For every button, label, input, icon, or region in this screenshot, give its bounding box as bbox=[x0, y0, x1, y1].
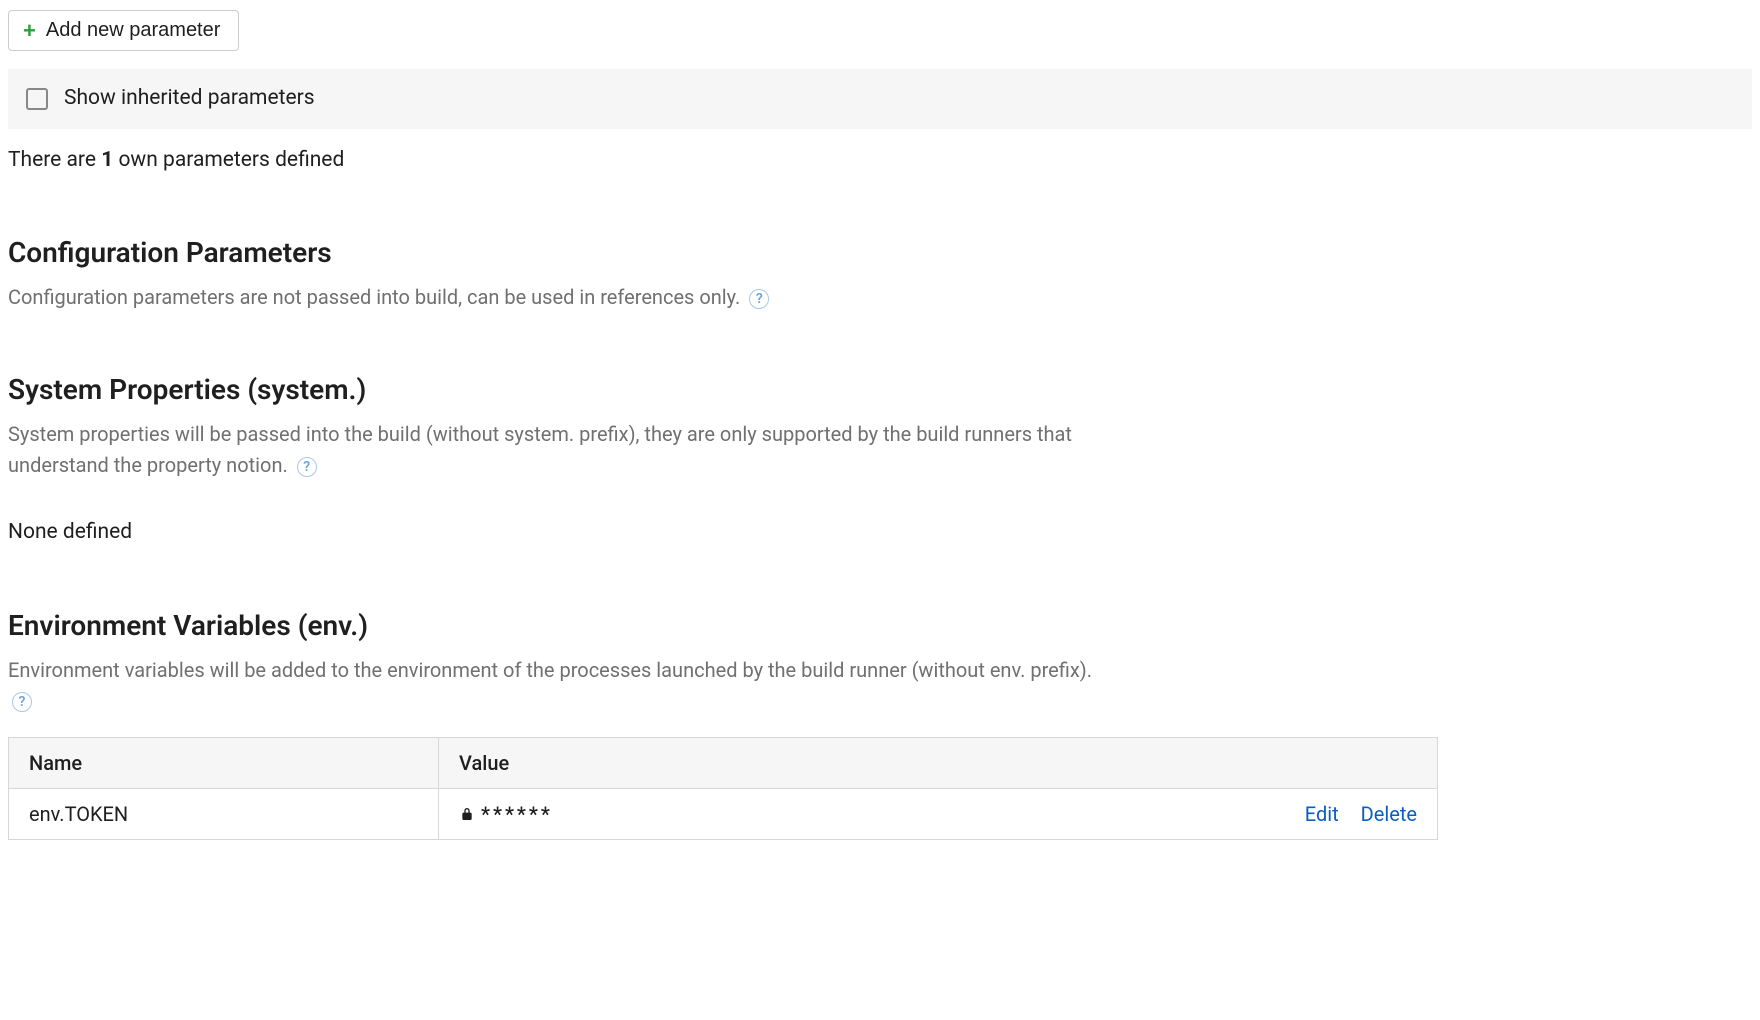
env-row-name: env.TOKEN bbox=[9, 788, 439, 839]
summary-prefix: There are bbox=[8, 148, 101, 172]
show-inherited-label[interactable]: Show inherited parameters bbox=[64, 83, 315, 115]
environment-variables-section: Environment Variables (env.) Environment… bbox=[8, 605, 1752, 840]
help-icon[interactable]: ? bbox=[297, 457, 317, 477]
env-table-header-value: Value bbox=[439, 737, 1438, 788]
configuration-parameters-desc: Configuration parameters are not passed … bbox=[8, 282, 1108, 313]
env-row-value: ****** bbox=[481, 799, 553, 829]
delete-link[interactable]: Delete bbox=[1361, 799, 1417, 829]
environment-variables-table: Name Value env.TOKEN ****** bbox=[8, 737, 1438, 840]
system-properties-none: None defined bbox=[8, 517, 1752, 549]
add-button-label: Add new parameter bbox=[46, 19, 221, 42]
summary-count: 1 bbox=[101, 148, 113, 172]
add-new-parameter-button[interactable]: + Add new parameter bbox=[8, 10, 239, 51]
system-properties-desc: System properties will be passed into th… bbox=[8, 419, 1108, 481]
environment-variables-title: Environment Variables (env.) bbox=[8, 605, 1752, 647]
system-properties-title: System Properties (system.) bbox=[8, 369, 1752, 411]
help-icon[interactable]: ? bbox=[12, 692, 32, 712]
summary-suffix: own parameters defined bbox=[113, 148, 344, 172]
lock-icon bbox=[459, 806, 475, 822]
show-inherited-bar: Show inherited parameters bbox=[8, 69, 1752, 129]
configuration-parameters-section: Configuration Parameters Configuration p… bbox=[8, 232, 1752, 313]
edit-link[interactable]: Edit bbox=[1305, 799, 1339, 829]
help-icon[interactable]: ? bbox=[749, 289, 769, 309]
show-inherited-checkbox[interactable] bbox=[26, 88, 48, 110]
env-table-header-name: Name bbox=[9, 737, 439, 788]
configuration-parameters-title: Configuration Parameters bbox=[8, 232, 1752, 274]
env-row-value-cell: ****** Edit Delete bbox=[439, 788, 1438, 839]
own-parameters-summary: There are 1 own parameters defined bbox=[8, 145, 1752, 177]
system-properties-section: System Properties (system.) System prope… bbox=[8, 369, 1752, 549]
table-row: env.TOKEN ****** Edit Delete bbox=[9, 788, 1438, 839]
environment-variables-desc: Environment variables will be added to t… bbox=[8, 655, 1108, 717]
plus-icon: + bbox=[23, 20, 36, 42]
